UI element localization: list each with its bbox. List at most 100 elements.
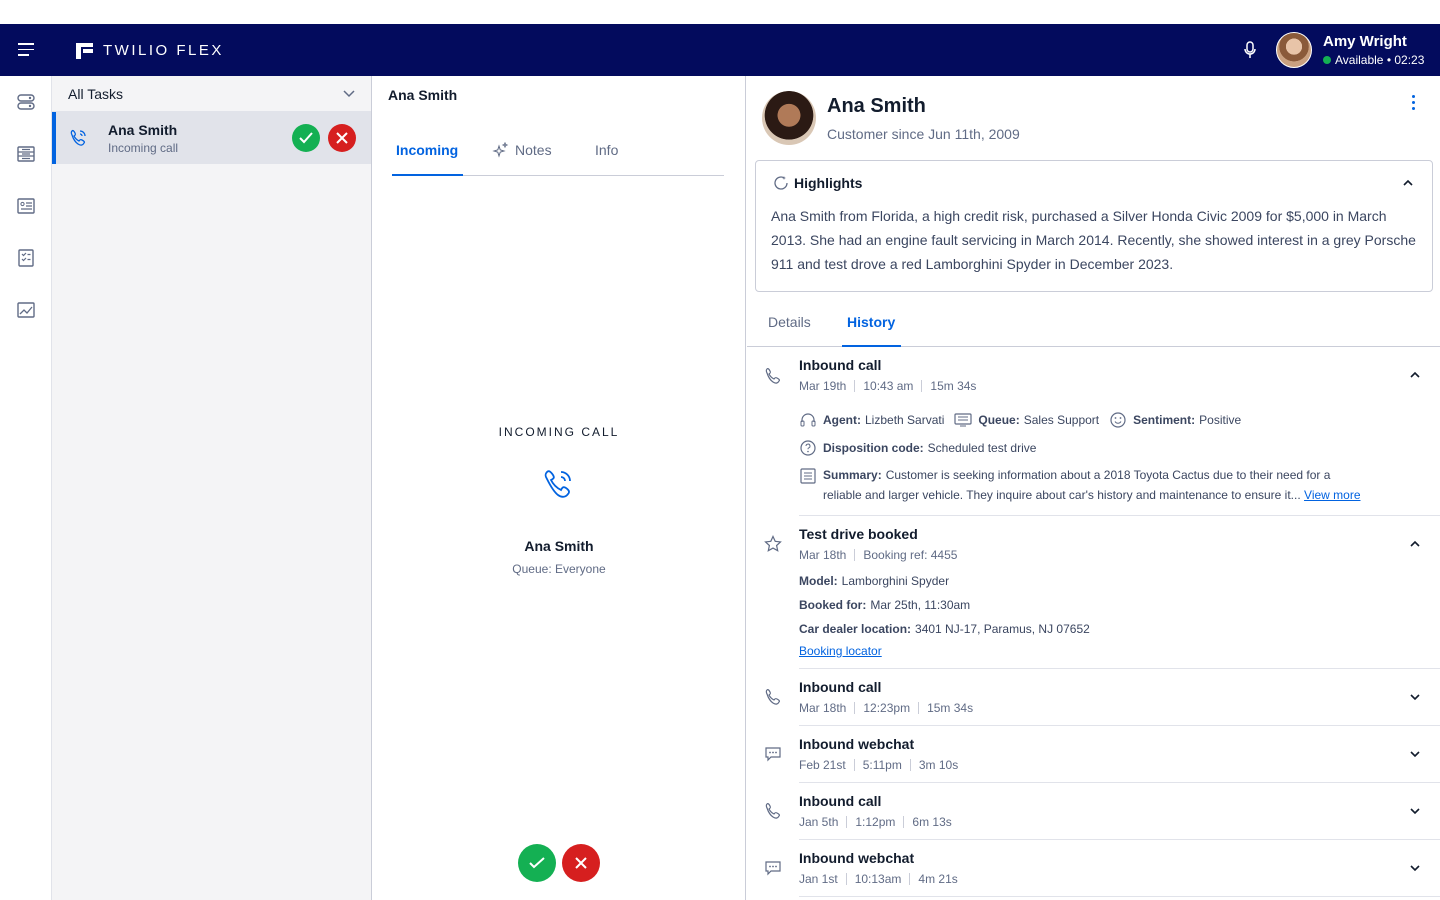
history-date: Jan 5th [799,815,839,829]
history-time: 10:13am [854,872,902,886]
side-nav [0,76,52,900]
sparkle-icon [492,142,509,158]
directory-icon[interactable] [17,197,35,215]
incoming-call-label: INCOMING CALL [498,425,620,439]
highlights-card: Highlights Ana Smith from Florida, a hig… [755,160,1433,292]
location-row: Car dealer location: 3401 NJ-17, Paramus,… [799,622,1090,636]
summary-text-line1: Customer is seeking information about a … [885,468,1331,482]
customer-avatar [762,91,816,145]
status-dot-icon [1323,56,1331,64]
disposition-value: Scheduled test drive [927,441,1037,455]
task-filter-label: All Tasks [68,85,123,102]
checklist-icon[interactable] [17,249,35,267]
queues-icon[interactable] [17,145,35,163]
tab-details[interactable]: Details [768,314,811,330]
customer-panel: Ana Smith Customer since Jun 11th, 2009 … [747,76,1440,900]
booking-locator-row: Booking locator [799,644,882,658]
model-label: Model: [799,574,838,588]
chevron-down-icon [343,89,355,97]
caller-name: Ana Smith [524,538,594,554]
history-item[interactable]: Inbound call Mar 18th 12:23pm 15m 34s [747,669,1440,725]
sentiment-value: Positive [1199,413,1242,427]
history-duration: 15m 34s [927,701,974,715]
history-details-row: Agent: Lizbeth Sarvati Queue: Sales Suppor… [799,411,1241,429]
call-actions [518,844,606,882]
divider [799,896,1440,897]
queue-label: Queue: [978,413,1020,427]
menu-icon[interactable] [18,43,34,56]
customer-name: Ana Smith [827,95,926,117]
history-meta: Mar 18th 12:23pm 15m 34s [799,701,973,715]
chevron-down-icon[interactable] [1409,748,1421,760]
booking-locator-link[interactable]: Booking locator [799,644,882,658]
more-options-icon[interactable] [1412,95,1416,111]
history-date: Mar 18th [799,548,847,562]
highlights-text: Ana Smith from Florida, a high credit ri… [771,208,1416,272]
tab-history[interactable]: History [847,314,895,330]
chevron-up-icon[interactable] [1409,538,1421,550]
history-item[interactable]: Inbound webchat Jan 1st 10:13am 4m 21s [747,840,1440,896]
phone-icon [765,689,780,705]
model-value: Lamborghini Spyder [841,574,950,588]
history-duration: 6m 13s [912,815,952,829]
disposition-label: Disposition code: [823,441,924,455]
reject-call-button[interactable] [562,844,600,882]
highlights-header[interactable]: Highlights [772,174,862,192]
chevron-down-icon[interactable] [1409,862,1421,874]
smiley-icon [1110,412,1126,428]
phone-ringing-icon [70,129,86,146]
agent-label: Agent: [823,413,861,427]
document-icon [800,468,816,484]
logo: TWILIO FLEX [76,42,224,59]
history-time: 10:43 am [863,379,914,393]
history-item[interactable]: Inbound webchat Feb 21st 5:11pm 3m 10s [747,726,1440,782]
history-item[interactable]: Inbound call Jan 5th 1:12pm 6m 13s [747,783,1440,839]
queue-value: Sales Support [1023,413,1100,427]
microphone-icon[interactable] [1242,41,1258,59]
chevron-down-icon[interactable] [1409,805,1421,817]
tab-incoming-label: Incoming [396,142,459,158]
task-card[interactable]: Ana Smith Incoming call [52,112,371,164]
user-status[interactable]: Available • 02:23 [1323,53,1424,67]
task-filter-dropdown[interactable]: All Tasks [52,76,371,112]
accept-call-button[interactable] [518,844,556,882]
booked-for-row: Booked for: Mar 25th, 11:30am [799,598,970,612]
tab-incoming[interactable]: Incoming [396,142,458,158]
tab-info[interactable]: Info [595,142,618,158]
star-icon [764,535,782,552]
close-icon [575,857,587,869]
model-row: Model: Lamborghini Spyder [799,574,949,588]
phone-icon [765,803,780,819]
highlights-title: Highlights [794,175,863,191]
booked-for-label: Booked for: [799,598,867,612]
history-duration: 15m 34s [930,379,977,393]
chat-icon [765,747,781,762]
logo-text: TWILIO FLEX [103,42,224,59]
analytics-icon[interactable] [17,301,35,319]
chevron-down-icon[interactable] [1409,691,1421,703]
history-item: Test drive booked Mar 18th Booking ref: … [747,516,1440,668]
tasks-icon[interactable] [17,93,35,111]
history-item: Inbound call Mar 19th 10:43 am 15m 34s A… [747,347,1440,516]
chevron-up-icon[interactable] [1402,177,1414,189]
user-status-text: Available • 02:23 [1335,53,1425,67]
chat-icon [765,861,781,876]
view-more-link[interactable]: View more [1304,488,1360,502]
chevron-up-icon[interactable] [1409,369,1421,381]
history-disposition-row: Disposition code: Scheduled test drive [799,439,1036,457]
history-time: 1:12pm [855,815,896,829]
history-date: Feb 21st [799,758,846,772]
reject-task-button[interactable] [328,124,356,152]
close-icon [336,132,348,144]
accept-task-button[interactable] [292,124,320,152]
user-name: Amy Wright [1323,33,1407,50]
history-title: Inbound call [799,679,882,695]
top-bar: TWILIO FLEX Amy Wright Available • 02:23 [0,24,1440,76]
user-avatar[interactable] [1276,32,1312,68]
tab-notes[interactable]: Notes [492,142,552,158]
queue-icon [954,413,972,427]
caller-queue: Queue: Everyone [512,562,606,576]
history-meta: Jan 5th 1:12pm 6m 13s [799,815,952,829]
history-title: Inbound webchat [799,850,915,866]
history-title: Test drive booked [799,526,918,542]
